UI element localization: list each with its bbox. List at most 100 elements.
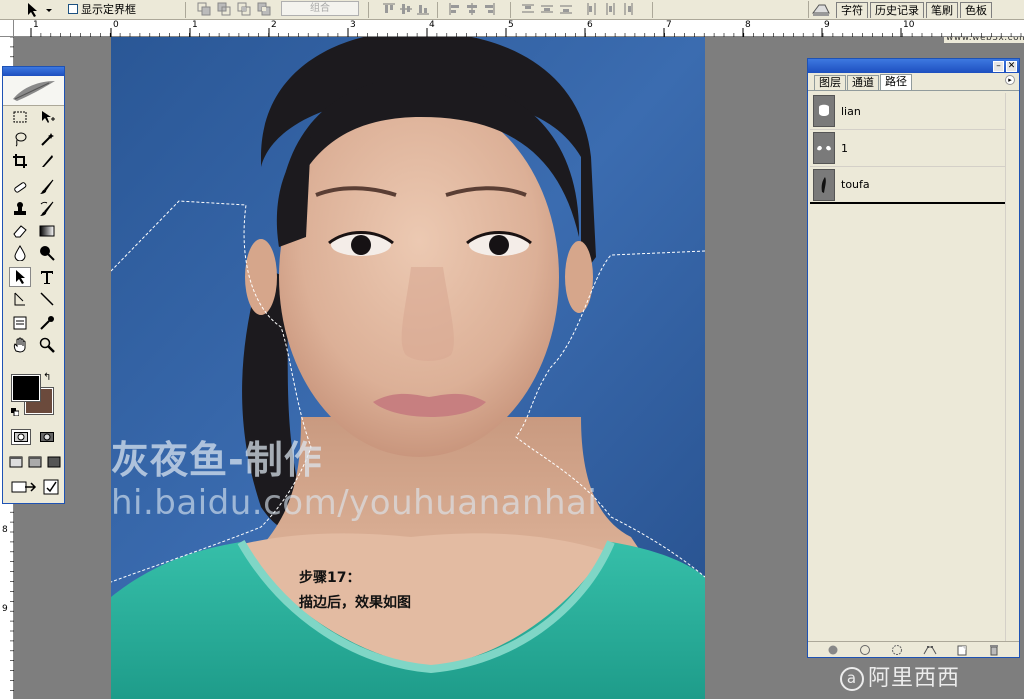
gradient-tool-icon[interactable] [36, 221, 58, 241]
combine-button[interactable]: 组合 [281, 1, 359, 16]
align-hcenter-icon[interactable] [465, 2, 479, 16]
imageready-logo-icon[interactable] [43, 479, 59, 495]
full-screen-menu-icon[interactable] [28, 455, 42, 469]
shape-intersect-icon[interactable] [237, 2, 251, 16]
full-screen-icon[interactable] [47, 455, 61, 469]
quick-mask-mode-icon[interactable] [37, 429, 57, 445]
standard-screen-icon[interactable] [9, 455, 23, 469]
tool-presets-icon[interactable] [808, 1, 832, 18]
blur-tool-icon[interactable] [9, 243, 31, 263]
paths-list: lian 1 toufa [810, 93, 1006, 641]
face-outline-icon [813, 95, 835, 127]
stroke-path-icon[interactable] [858, 644, 872, 656]
distribute-bottom-icon[interactable] [559, 2, 573, 16]
make-work-path-icon[interactable] [923, 644, 937, 656]
align-bottom-icon[interactable] [416, 2, 430, 16]
crop-tool-icon[interactable] [9, 151, 31, 171]
eraser-tool-icon[interactable] [9, 221, 31, 241]
type-tool-icon[interactable] [36, 267, 58, 287]
foreground-color-swatch[interactable] [11, 374, 41, 402]
well-tab-swatches[interactable]: 色板 [960, 2, 992, 18]
move-tool-preset-button[interactable] [20, 1, 60, 18]
brand-watermark: a 阿里西西 [840, 660, 960, 692]
swap-colors-icon[interactable]: ↰ [43, 372, 51, 383]
well-tab-history[interactable]: 历史记录 [870, 2, 924, 18]
panel-tabs: 图层 通道 路径 ▸ [808, 73, 1019, 91]
checkbox-box[interactable] [68, 4, 78, 14]
dodge-tool-icon[interactable] [36, 243, 58, 263]
paths-scrollbar[interactable] [1005, 93, 1017, 641]
jump-to-imageready-icon[interactable] [11, 479, 37, 495]
palette-well: 字符 历史记录 笔刷 色板 [836, 2, 994, 20]
minimize-icon[interactable]: – [993, 60, 1004, 72]
distribute-top-icon[interactable] [521, 2, 535, 16]
photoshop-feather-logo[interactable] [3, 76, 64, 106]
distribute-left-icon[interactable] [585, 2, 599, 16]
toolbox-titlebar[interactable] [3, 67, 64, 76]
well-tab-character[interactable]: 字符 [836, 2, 868, 18]
path-name: toufa [841, 178, 870, 191]
fill-path-icon[interactable] [826, 644, 840, 656]
ruler-label: 9 [2, 604, 8, 614]
paths-panel-titlebar[interactable]: – ✕ [808, 59, 1019, 73]
distribute-vcenter-icon[interactable] [540, 2, 554, 16]
history-brush-tool-icon[interactable] [36, 199, 58, 219]
jump-to-row [11, 479, 59, 497]
distribute-right-icon[interactable] [621, 2, 635, 16]
magic-wand-tool-icon[interactable] [36, 129, 58, 149]
align-left-icon[interactable] [448, 2, 462, 16]
show-bounding-box-label: 显示定界框 [81, 3, 136, 16]
eyedropper-tool-icon[interactable] [36, 313, 58, 333]
ruler-label: 7 [666, 20, 672, 30]
distribute-hcenter-icon[interactable] [603, 2, 617, 16]
align-right-icon[interactable] [482, 2, 496, 16]
document-canvas[interactable]: 灰夜鱼-制作 hi.baidu.com/youhuananhai 步骤17： 描… [111, 37, 705, 699]
show-bounding-box-checkbox[interactable]: 显示定界框 [68, 1, 136, 17]
hair-shape-icon [813, 168, 835, 201]
path-selection-tool-icon[interactable] [9, 267, 31, 287]
standard-mode-icon[interactable] [11, 429, 31, 445]
close-icon[interactable]: ✕ [1006, 60, 1017, 72]
tab-channels[interactable]: 通道 [847, 75, 879, 90]
path-row-toufa[interactable]: toufa [810, 167, 1006, 204]
lasso-tool-icon[interactable] [9, 129, 31, 149]
brush-tool-icon[interactable] [36, 177, 58, 197]
align-top-icon[interactable] [382, 2, 396, 16]
healing-brush-tool-icon[interactable] [9, 177, 31, 197]
tab-paths[interactable]: 路径 [880, 74, 912, 90]
ruler-label: 6 [587, 20, 593, 30]
tab-layers[interactable]: 图层 [814, 75, 846, 90]
hand-tool-icon[interactable] [9, 335, 31, 355]
clone-stamp-tool-icon[interactable] [9, 199, 31, 219]
paths-panel: – ✕ 图层 通道 路径 ▸ lian 1 toufa [807, 58, 1020, 658]
well-tab-brushes[interactable]: 笔刷 [926, 2, 958, 18]
default-colors-icon[interactable] [11, 405, 20, 417]
align-vcenter-icon[interactable] [399, 2, 413, 16]
horizontal-ruler[interactable]: 1 0 1 2 3 4 5 6 7 8 9 10 [14, 20, 1024, 37]
notes-tool-icon[interactable] [9, 313, 31, 333]
marquee-tool-icon[interactable] [9, 107, 31, 127]
ruler-corner[interactable] [0, 20, 14, 37]
shape-exclude-icon[interactable] [257, 2, 271, 16]
new-path-icon[interactable] [955, 644, 969, 656]
line-tool-icon[interactable] [36, 289, 58, 309]
shape-add-icon[interactable] [197, 2, 211, 16]
ruler-label: 8 [2, 525, 8, 535]
delete-path-icon[interactable] [987, 644, 1001, 656]
path-row-lian[interactable]: lian [810, 93, 1006, 130]
move-tool-icon[interactable] [36, 107, 58, 127]
author-overlay-text: 灰夜鱼-制作 [111, 438, 323, 482]
panel-menu-icon[interactable]: ▸ [1005, 75, 1015, 85]
toolbox-panel: ↰ [2, 66, 65, 504]
url-overlay-text: hi.baidu.com/youhuananhai [111, 483, 598, 523]
step-title: 步骤17： [299, 570, 361, 586]
brand-logo-icon: a [840, 667, 864, 691]
path-row-1[interactable]: 1 [810, 130, 1006, 167]
shape-subtract-icon[interactable] [217, 2, 231, 16]
ruler-label: 2 [271, 20, 277, 30]
pen-tool-icon[interactable] [9, 289, 31, 309]
load-path-as-selection-icon[interactable] [890, 644, 904, 656]
zoom-tool-icon[interactable] [36, 335, 58, 355]
slice-tool-icon[interactable] [36, 151, 58, 171]
photoshop-window: 显示定界框 组合 字符 历史记录 笔刷 色板 网页教学网 [0, 0, 1024, 699]
